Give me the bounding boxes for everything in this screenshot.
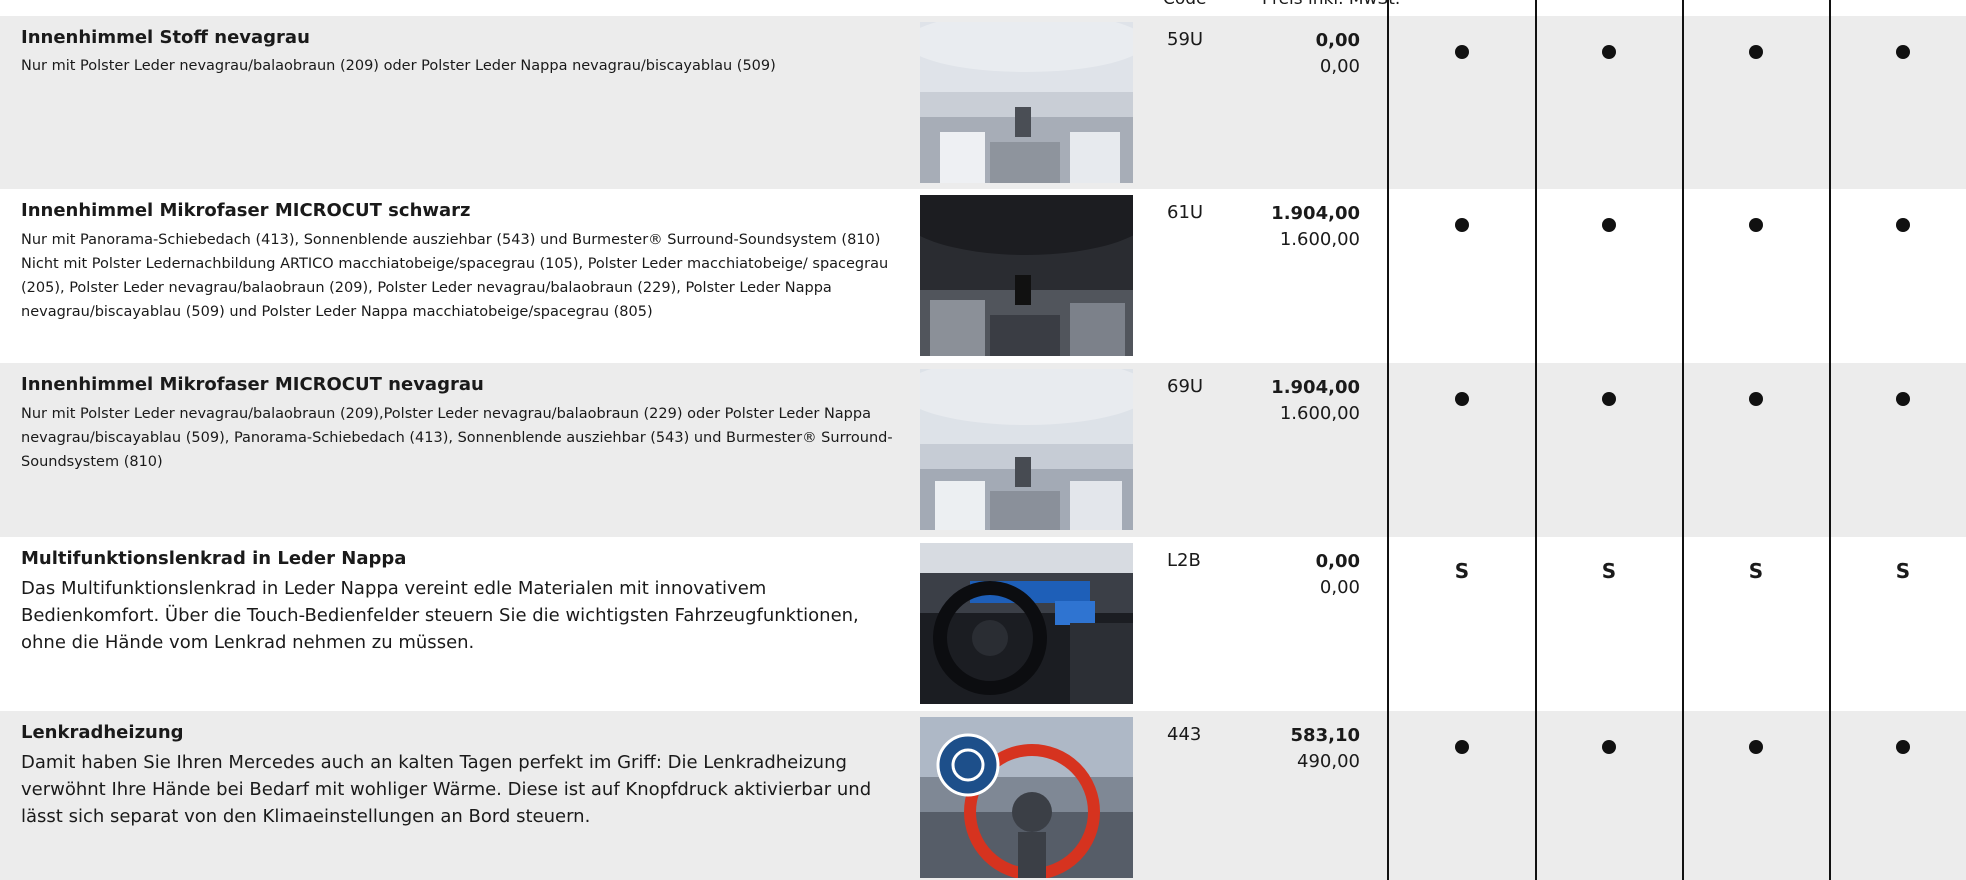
column-divider [1829, 0, 1831, 880]
availability-dot-4 [1833, 389, 1966, 409]
availability-dot-2 [1539, 42, 1679, 62]
option-title: Innenhimmel Mikrofaser MICROCUT schwarz [21, 200, 471, 221]
availability-dot-2 [1539, 215, 1679, 235]
option-row: Innenhimmel Mikrofaser MICROCUT nevagrau… [0, 363, 1966, 537]
option-price: 1.904,00 1.600,00 [1271, 201, 1360, 253]
option-row: Innenhimmel Stoff nevagrau Nur mit Polst… [0, 16, 1966, 189]
option-description: Das Multifunktionslenkrad in Leder Nappa… [21, 575, 901, 656]
option-description: Damit haben Sie Ihren Mercedes auch an k… [21, 749, 901, 830]
steering-wheel-cockpit-image [920, 543, 1133, 704]
option-note: Das Multifunktionslenkrad in Leder Nappa… [21, 578, 859, 653]
price-gross: 1.904,00 [1271, 377, 1360, 398]
option-code: 69U [1167, 376, 1204, 397]
price-net: 0,00 [1319, 577, 1360, 598]
option-title: Lenkradheizung [21, 722, 184, 743]
steering-wheel-heating-image [920, 717, 1133, 878]
column-divider [1535, 0, 1537, 880]
availability-dot-3 [1686, 389, 1826, 409]
availability-dot-2 [1539, 389, 1679, 409]
option-note: Nicht mit Polster Ledernachbildung ARTIC… [21, 256, 889, 320]
availability-dot-1 [1392, 42, 1532, 62]
option-note: Nur mit Panorama-Schiebedach (413), Sonn… [21, 232, 881, 248]
headliner-grey-interior-image [920, 22, 1133, 183]
option-title: Multifunktionslenkrad in Leder Nappa [21, 548, 407, 569]
price-gross: 0,00 [1315, 30, 1360, 51]
column-divider [1682, 0, 1684, 880]
option-description: Nur mit Panorama-Schiebedach (413), Sonn… [21, 228, 901, 324]
option-code: L2B [1167, 550, 1201, 571]
column-header-strip: Code Preis inkl. MwSt. [0, 0, 1966, 16]
availability-dot-4 [1833, 215, 1966, 235]
price-net: 1.600,00 [1279, 403, 1360, 424]
price-net: 0,00 [1319, 56, 1360, 77]
option-row: Innenhimmel Mikrofaser MICROCUT schwarz … [0, 189, 1966, 363]
option-price: 1.904,00 1.600,00 [1271, 375, 1360, 427]
standard-equipment-mark-2: S [1601, 559, 1617, 583]
option-row: Multifunktionslenkrad in Leder Nappa Das… [0, 537, 1966, 711]
option-code: 61U [1167, 202, 1204, 223]
standard-equipment-mark-1: S [1454, 559, 1470, 583]
option-description: Nur mit Polster Leder nevagrau/balaobrau… [21, 402, 901, 474]
option-note: Nur mit Polster Leder nevagrau/balaobrau… [21, 406, 893, 470]
option-title: Innenhimmel Mikrofaser MICROCUT nevagrau [21, 374, 484, 395]
availability-dot-4 [1833, 42, 1966, 62]
option-code: 443 [1167, 724, 1202, 745]
option-code: 59U [1167, 29, 1204, 50]
availability-dot-4 [1833, 737, 1966, 757]
standard-equipment-mark-3: S [1748, 559, 1764, 583]
option-price: 0,00 0,00 [1316, 549, 1360, 601]
option-title: Innenhimmel Stoff nevagrau [21, 27, 310, 48]
availability-dot-3 [1686, 42, 1826, 62]
availability-dot-1 [1392, 389, 1532, 409]
availability-dot-3 [1686, 737, 1826, 757]
availability-dot-3 [1686, 215, 1826, 235]
option-price: 583,10 490,00 [1291, 723, 1360, 775]
option-note: Nur mit Polster Leder nevagrau/balaobrau… [21, 58, 776, 74]
availability-dot-1 [1392, 215, 1532, 235]
price-gross: 583,10 [1290, 725, 1360, 746]
price-gross: 1.904,00 [1271, 203, 1360, 224]
headliner-black-interior-image [920, 195, 1133, 356]
price-gross: 0,00 [1315, 551, 1360, 572]
headliner-grey-interior-image [920, 369, 1133, 530]
option-note: Damit haben Sie Ihren Mercedes auch an k… [21, 752, 872, 827]
availability-dot-1 [1392, 737, 1532, 757]
code-column-header: Code [1163, 0, 1207, 9]
price-column-header: Preis inkl. MwSt. [1262, 0, 1400, 9]
availability-dot-2 [1539, 737, 1679, 757]
price-net: 490,00 [1297, 751, 1360, 772]
price-net: 1.600,00 [1279, 229, 1360, 250]
standard-equipment-mark-4: S [1895, 559, 1911, 583]
column-divider [1387, 0, 1389, 880]
option-price: 0,00 0,00 [1316, 28, 1360, 80]
option-row: Lenkradheizung Damit haben Sie Ihren Mer… [0, 711, 1966, 880]
option-description: Nur mit Polster Leder nevagrau/balaobrau… [21, 54, 901, 78]
